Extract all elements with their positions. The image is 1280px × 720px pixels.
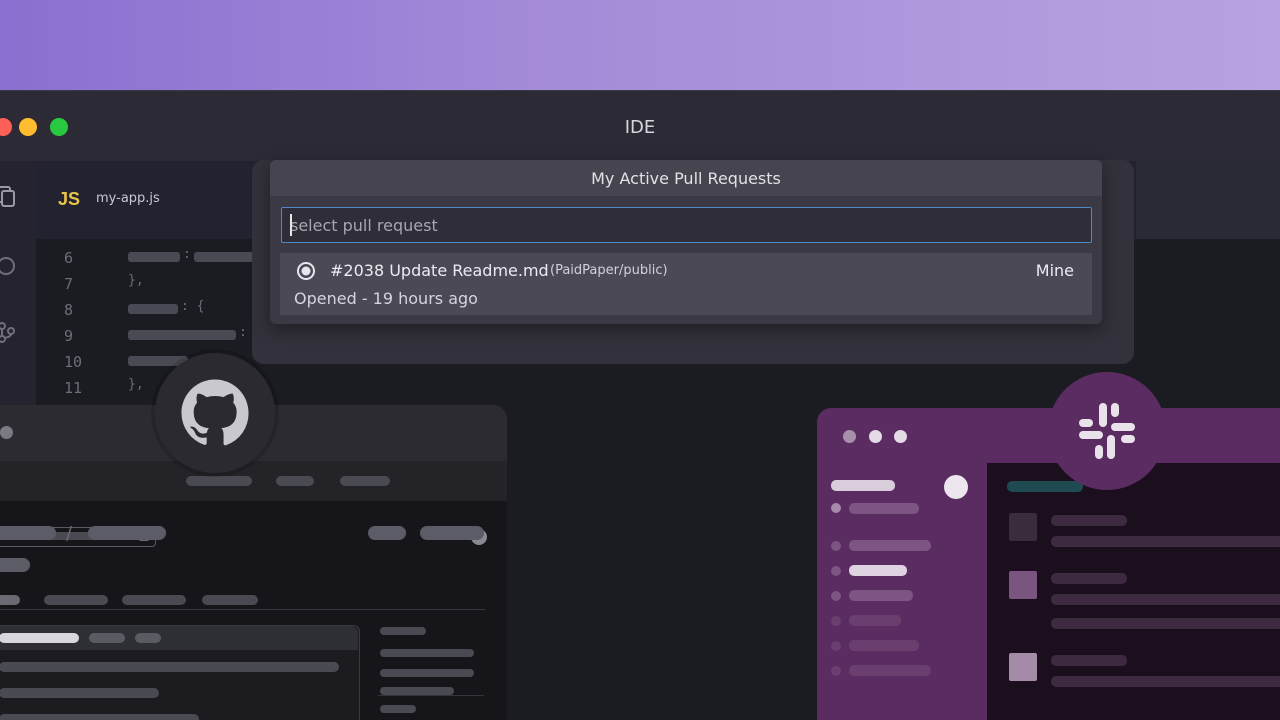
pull-request-quick-pick: My Active Pull Requests #2038 Update Rea… — [270, 160, 1102, 324]
line-number: 10 — [64, 353, 83, 371]
line-number: 11 — [64, 379, 83, 397]
slack-message-pane — [987, 463, 1280, 720]
pull-request-search-input[interactable] — [281, 207, 1092, 243]
pull-request-title: #2038 Update Readme.md — [330, 261, 549, 280]
pull-request-item[interactable]: #2038 Update Readme.md (PaidPaper/public… — [280, 253, 1092, 315]
line-number: 9 — [64, 327, 74, 345]
window-dot — [869, 430, 882, 443]
files-icon[interactable] — [0, 185, 16, 207]
github-nav-bar — [0, 461, 507, 547]
window-dot — [843, 430, 856, 443]
activity-bar — [0, 161, 36, 411]
quick-pick-title: My Active Pull Requests — [270, 160, 1102, 196]
slack-preview-window — [817, 408, 1280, 720]
pull-request-repo: (PaidPaper/public) — [550, 263, 668, 278]
window-dot — [0, 426, 13, 439]
javascript-file-icon: JS — [58, 189, 81, 209]
search-icon[interactable] — [0, 255, 16, 277]
title-bar: IDE — [0, 91, 1280, 161]
line-number: 8 — [64, 301, 74, 319]
line-number: 7 — [64, 275, 74, 293]
pull-request-icon — [297, 262, 315, 280]
text-caret — [290, 214, 292, 236]
source-control-icon[interactable] — [0, 321, 16, 343]
line-number: 6 — [64, 249, 74, 267]
pull-request-owner-tag: Mine — [1035, 261, 1074, 280]
window-dot — [894, 430, 907, 443]
pull-request-detail: Opened - 19 hours ago — [294, 289, 478, 308]
github-logo-badge — [155, 353, 275, 473]
tab-filename: my-app.js — [96, 191, 160, 206]
github-icon — [181, 379, 249, 446]
slack-icon — [1079, 403, 1135, 459]
window-title: IDE — [624, 117, 656, 138]
avatar[interactable] — [944, 475, 968, 499]
github-file-list — [0, 625, 360, 720]
slack-logo-badge — [1048, 372, 1166, 490]
